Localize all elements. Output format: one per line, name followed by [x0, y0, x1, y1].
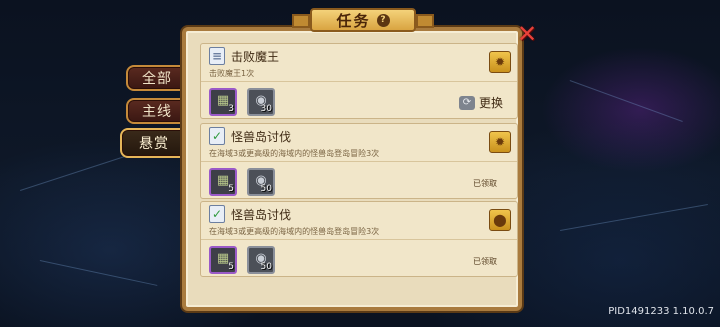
reward-quantity: 30 — [260, 104, 272, 114]
tab-bounty[interactable]: 悬赏 — [120, 128, 188, 158]
task-card: ✓ 怪兽岛讨伐 在海域3或更高级的海域内的怪兽岛登岛冒险3次 ⬤ ▦ 5 ◉ 5… — [200, 201, 518, 277]
tab-main[interactable]: 主线 — [126, 98, 188, 124]
task-title: 怪兽岛讨伐 — [231, 208, 292, 222]
task-header: ✓ 怪兽岛讨伐 在海域3或更高级的海域内的怪兽岛登岛冒险3次 ⬤ — [201, 202, 517, 240]
swap-icon: ⟳ — [459, 95, 475, 110]
reward-item-slot[interactable]: ▦ 3 — [209, 88, 237, 116]
reward-quantity: 3 — [228, 104, 234, 114]
background-crack — [560, 203, 708, 231]
reward-item-slot[interactable]: ▦ 5 — [209, 246, 237, 274]
panel-title-banner: 任务 ? — [292, 8, 434, 32]
reward-quantity: 5 — [228, 262, 234, 272]
task-card: ≡ 击败魔王 击败魔王1次 ✹ ▦ 3 ◉ 30 ⟳ 更换 — [200, 43, 518, 119]
task-header: ≡ 击败魔王 击败魔王1次 ✹ — [201, 44, 517, 82]
location-pin-icon[interactable]: ⬤ — [489, 209, 511, 231]
task-title: 怪兽岛讨伐 — [231, 130, 292, 144]
reward-item-slot[interactable]: ▦ 5 — [209, 168, 237, 196]
reward-coin-slot[interactable]: ◉ 50 — [247, 246, 275, 274]
question-icon[interactable]: ? — [376, 13, 390, 27]
background-crack — [39, 260, 158, 286]
claimed-status: 已领取 — [473, 257, 497, 266]
reward-coin-slot[interactable]: ◉ 30 — [247, 88, 275, 116]
reward-quantity: 50 — [260, 262, 272, 272]
banner-wing-right — [416, 14, 434, 28]
task-description: 在海域3或更高级的海域内的怪兽岛登岛冒险3次 — [209, 227, 380, 236]
gear-badge-icon[interactable]: ✹ — [489, 131, 511, 153]
tab-all[interactable]: 全部 — [126, 65, 188, 91]
task-header: ✓ 怪兽岛讨伐 在海域3或更高级的海域内的怪兽岛登岛冒险3次 ✹ — [201, 124, 517, 162]
task-description: 击败魔王1次 — [209, 69, 255, 78]
checked-clipboard-icon: ✓ — [209, 127, 225, 145]
swap-label: 更换 — [479, 96, 504, 110]
claimed-status: 已领取 — [473, 179, 497, 188]
close-icon[interactable]: ✕ — [516, 22, 538, 46]
gear-badge-icon[interactable]: ✹ — [489, 51, 511, 73]
task-description: 在海域3或更高级的海域内的怪兽岛登岛冒险3次 — [209, 149, 380, 158]
task-title: 击败魔王 — [231, 50, 280, 64]
banner-wing-left — [292, 14, 310, 28]
reward-coin-slot[interactable]: ◉ 50 — [247, 168, 275, 196]
checked-clipboard-icon: ✓ — [209, 205, 225, 223]
reward-quantity: 50 — [260, 184, 272, 194]
clipboard-icon: ≡ — [209, 47, 225, 65]
reward-quantity: 5 — [228, 184, 234, 194]
swap-button[interactable]: ⟳ 更换 — [459, 94, 503, 111]
background-crack — [569, 80, 683, 122]
task-card: ✓ 怪兽岛讨伐 在海域3或更高级的海域内的怪兽岛登岛冒险3次 ✹ ▦ 5 ◉ 5… — [200, 123, 518, 199]
build-id: PID1491233 1.10.0.7 — [608, 306, 714, 317]
panel-title: 任务 — [336, 11, 371, 30]
